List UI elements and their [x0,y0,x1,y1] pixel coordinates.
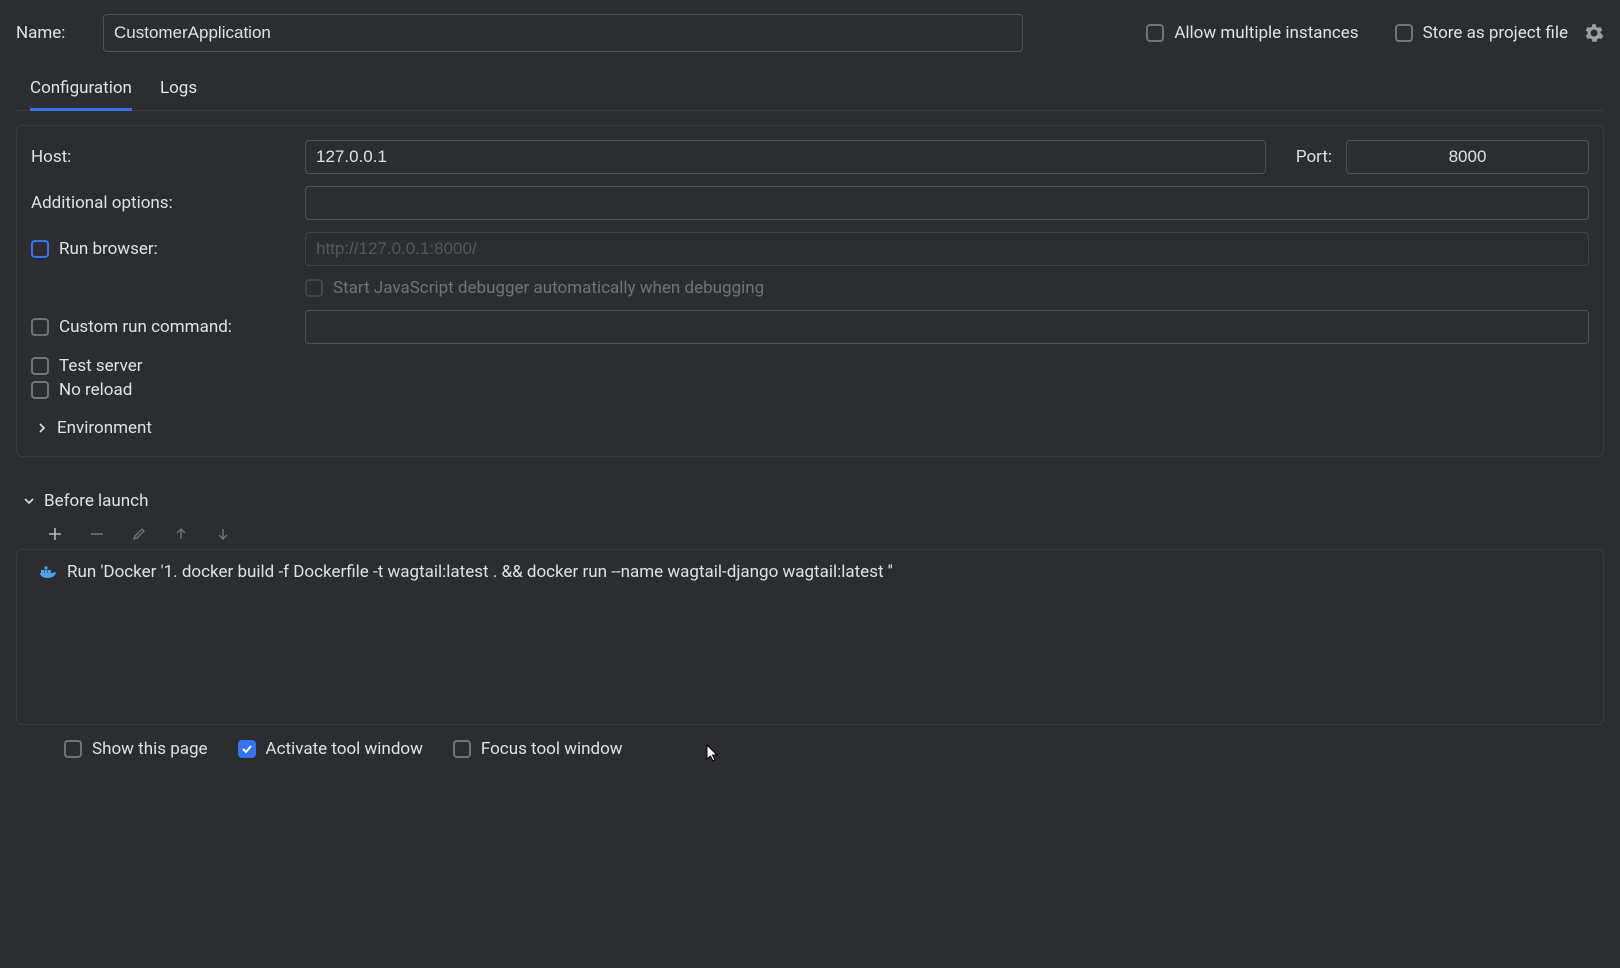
move-down-icon [214,525,232,543]
name-label: Name: [16,23,91,43]
tab-logs[interactable]: Logs [160,70,197,111]
port-input[interactable] [1346,140,1589,174]
js-debugger-checkbox [305,279,323,297]
show-page-checkbox[interactable] [64,740,82,758]
no-reload-checkbox[interactable] [31,381,49,399]
before-launch-title: Before launch [44,491,148,511]
focus-tool-label: Focus tool window [481,739,623,759]
custom-run-label: Custom run command: [59,317,232,337]
custom-run-input[interactable] [305,310,1589,344]
chevron-right-icon [35,421,49,435]
activate-tool-checkbox[interactable] [238,740,256,758]
port-label: Port: [1296,147,1332,167]
tab-configuration[interactable]: Configuration [30,70,132,111]
environment-section-header[interactable]: Environment [31,412,1589,448]
tabs: Configuration Logs [16,70,1604,111]
run-browser-label: Run browser: [59,239,158,259]
docker-icon [39,563,57,581]
additional-options-input[interactable] [305,186,1589,220]
host-label: Host: [31,147,71,167]
allow-multiple-label: Allow multiple instances [1174,23,1358,43]
before-launch-header[interactable]: Before launch [16,491,1604,511]
host-input[interactable] [305,140,1266,174]
remove-icon [88,525,106,543]
no-reload-label: No reload [59,380,132,400]
custom-run-checkbox[interactable] [31,318,49,336]
environment-label: Environment [57,418,152,438]
name-input[interactable] [103,14,1023,52]
add-icon[interactable] [46,525,64,543]
test-server-checkbox[interactable] [31,357,49,375]
before-launch-task-list[interactable]: Run 'Docker '1. docker build -f Dockerfi… [16,549,1604,725]
additional-options-label: Additional options: [31,193,173,213]
task-text: Run 'Docker '1. docker build -f Dockerfi… [67,562,893,582]
store-project-label: Store as project file [1423,23,1568,43]
allow-multiple-checkbox[interactable] [1146,24,1164,42]
chevron-down-icon [22,494,36,508]
run-browser-input [305,232,1589,266]
gear-icon[interactable] [1584,23,1604,43]
test-server-label: Test server [59,356,143,376]
activate-tool-label: Activate tool window [266,739,423,759]
before-launch-toolbar [16,519,1604,549]
list-item[interactable]: Run 'Docker '1. docker build -f Dockerfi… [31,558,1589,586]
move-up-icon [172,525,190,543]
store-project-checkbox[interactable] [1395,24,1413,42]
show-page-label: Show this page [92,739,208,759]
focus-tool-checkbox[interactable] [453,740,471,758]
configuration-panel: Host: Port: Additional options: Run brow… [16,125,1604,457]
js-debugger-label: Start JavaScript debugger automatically … [333,278,764,298]
edit-icon [130,525,148,543]
run-browser-checkbox[interactable] [31,240,49,258]
